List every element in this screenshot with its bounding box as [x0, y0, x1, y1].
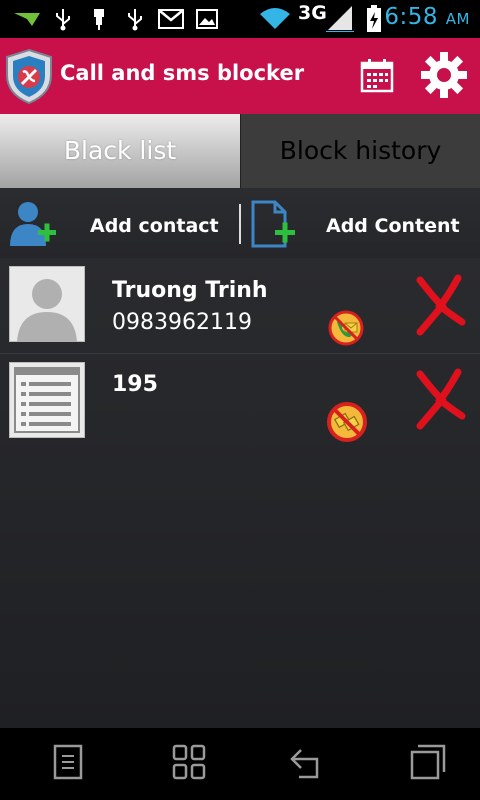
add-content-label: Add Content — [326, 215, 460, 237]
delete-icon[interactable] — [414, 368, 466, 430]
settings-gear-icon[interactable] — [420, 51, 468, 99]
battery-icon — [367, 5, 381, 32]
notification-arrow-icon — [14, 13, 40, 26]
app-bar: Call and sms blocker — [0, 38, 480, 114]
clock: 6:58 AM — [384, 4, 470, 30]
status-bar: 3G 6:58 AM — [0, 0, 480, 38]
contact-avatar-icon — [9, 266, 85, 342]
gmail-icon — [158, 9, 184, 29]
apps-grid-icon[interactable] — [172, 744, 206, 780]
add-content-icon — [251, 200, 295, 248]
tab-block-history[interactable]: Block history — [240, 114, 480, 188]
contact-name: 195 — [112, 372, 158, 397]
clock-ampm: AM — [445, 10, 470, 28]
call-sms-block-icon — [327, 402, 367, 442]
tab-bar: Black list Block history — [0, 114, 480, 188]
blacklist-list: Truong Trinh 0983962119 195 — [0, 258, 480, 728]
wifi-icon — [260, 8, 290, 29]
list-item[interactable]: Truong Trinh 0983962119 — [0, 258, 480, 354]
app-title: Call and sms blocker — [60, 61, 305, 85]
signal-icon — [326, 6, 354, 32]
usb-icon — [56, 9, 70, 31]
delete-icon[interactable] — [414, 274, 466, 336]
menu-icon[interactable] — [52, 744, 84, 780]
back-icon[interactable] — [289, 744, 325, 780]
contact-name: Truong Trinh — [112, 278, 268, 303]
network-type: 3G — [298, 2, 327, 24]
contact-number: 0983962119 — [112, 310, 252, 335]
content-list-icon — [9, 362, 85, 438]
shield-app-icon — [6, 48, 52, 104]
usb-icon — [128, 9, 142, 31]
sms-block-icon — [328, 310, 364, 346]
action-bar: Add contact Add Content — [0, 188, 480, 258]
recent-apps-icon[interactable] — [410, 744, 446, 780]
list-item[interactable]: 195 — [0, 354, 480, 450]
clock-time: 6:58 — [384, 4, 438, 30]
image-icon — [196, 9, 218, 29]
usb-plug-icon — [94, 9, 104, 30]
tab-black-list[interactable]: Black list — [0, 114, 240, 188]
add-contact-icon — [10, 202, 56, 246]
navigation-bar — [0, 728, 480, 800]
calendar-icon[interactable] — [360, 59, 394, 93]
add-content-button[interactable]: Add Content — [241, 188, 480, 258]
add-contact-label: Add contact — [90, 215, 219, 237]
add-contact-button[interactable]: Add contact — [0, 188, 239, 258]
